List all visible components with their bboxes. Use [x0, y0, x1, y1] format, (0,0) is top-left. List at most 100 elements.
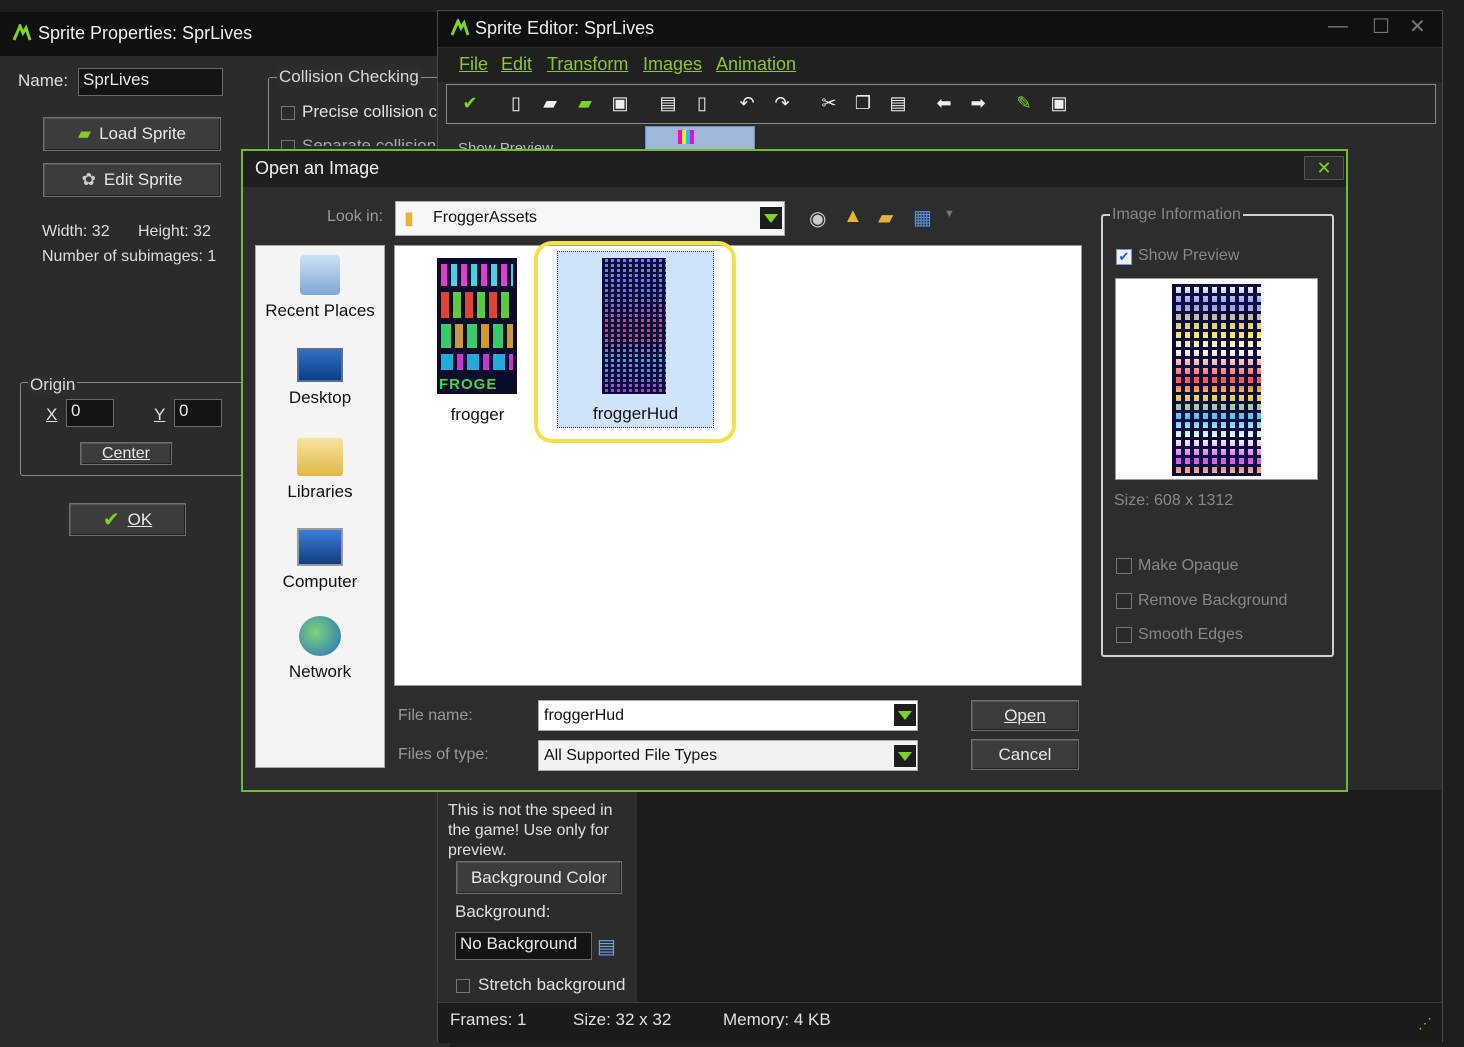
- redo-icon[interactable]: ↷: [770, 92, 794, 114]
- place-label: Recent Places: [265, 301, 375, 320]
- cancel-button[interactable]: Cancel: [971, 739, 1079, 770]
- view-chevron-down-icon[interactable]: ▼: [944, 208, 955, 220]
- origin-x-label: X: [46, 405, 58, 424]
- file-type-dropdown[interactable]: All Supported File Types: [538, 740, 918, 771]
- cut-icon[interactable]: ✂: [817, 92, 841, 114]
- view-menu-icon[interactable]: ▦: [913, 205, 932, 230]
- open-button[interactable]: Open: [971, 700, 1079, 731]
- add-empty-icon[interactable]: ▯: [690, 92, 714, 114]
- origin-group-title: Origin: [28, 375, 78, 395]
- file-name-combobox[interactable]: froggerHud: [538, 700, 918, 731]
- file-name-chevron-down-icon[interactable]: [894, 704, 916, 726]
- show-preview-label: Show Preview: [1138, 247, 1240, 264]
- place-desktop[interactable]: Desktop: [255, 348, 385, 408]
- resize-grip-icon[interactable]: ⋰: [1418, 1015, 1432, 1032]
- save-icon[interactable]: ▣: [608, 92, 632, 114]
- recent-places-icon: [300, 255, 340, 295]
- place-network[interactable]: Network: [255, 616, 385, 682]
- place-computer[interactable]: Computer: [255, 528, 385, 592]
- undo-icon[interactable]: ↶: [735, 92, 759, 114]
- precise-collision-checkbox[interactable]: [281, 106, 295, 120]
- frames-status: Frames: 1: [450, 1010, 527, 1029]
- minimize-icon[interactable]: —: [1328, 15, 1348, 38]
- menu-images[interactable]: Images: [643, 54, 702, 75]
- menu-edit[interactable]: Edit: [501, 54, 532, 75]
- file-name-label: frogger: [450, 405, 505, 424]
- remove-background-checkbox[interactable]: [1116, 593, 1132, 609]
- show-preview-checkbox[interactable]: ✔: [1116, 249, 1132, 265]
- checkmark-icon: ✔: [102, 509, 120, 531]
- frogger-thumbnail: FROGE: [437, 258, 517, 394]
- look-in-dropdown[interactable]: ▮ FroggerAssets: [395, 201, 785, 236]
- load-sprite-button[interactable]: ▰ Load Sprite: [43, 117, 221, 151]
- place-libraries[interactable]: Libraries: [255, 438, 385, 502]
- open-icon[interactable]: ▰: [538, 92, 562, 114]
- image-stack-icon[interactable]: ▣: [1047, 92, 1071, 114]
- shift-left-icon[interactable]: ⬅: [932, 92, 956, 114]
- new-folder-icon[interactable]: ▰: [878, 205, 893, 230]
- window-title: Sprite Editor: SprLives: [475, 18, 655, 38]
- menu-animation[interactable]: Animation: [716, 54, 796, 75]
- insert-empty-icon[interactable]: ▤: [656, 92, 680, 114]
- file-item-froggerhud[interactable]: froggerHud: [557, 251, 714, 428]
- make-opaque-checkbox[interactable]: [1116, 558, 1132, 574]
- maximize-icon[interactable]: ☐: [1372, 14, 1390, 39]
- smooth-edges-checkbox[interactable]: [1116, 627, 1132, 643]
- froggerhud-thumbnail: [602, 258, 666, 394]
- origin-y-input[interactable]: 0: [174, 399, 222, 427]
- look-in-label: Look in:: [327, 208, 384, 225]
- frame-thumbnail[interactable]: [645, 126, 755, 150]
- look-in-chevron-down-icon[interactable]: [760, 207, 782, 229]
- back-icon[interactable]: ◉: [809, 206, 826, 231]
- file-type-chevron-down-icon[interactable]: [894, 745, 916, 767]
- background-input[interactable]: No Background: [455, 932, 592, 960]
- file-type-value: All Supported File Types: [544, 747, 718, 764]
- image-size-text: Size: 608 x 1312: [1114, 492, 1234, 509]
- close-icon[interactable]: ✕: [1409, 14, 1426, 39]
- look-in-value: FroggerAssets: [433, 209, 538, 226]
- places-bar: [255, 245, 385, 768]
- dialog-title: Open an Image: [255, 158, 380, 178]
- new-icon[interactable]: ▯: [504, 92, 528, 114]
- remove-background-label: Remove Background: [1138, 592, 1288, 609]
- folder-icon: ▮: [404, 208, 414, 228]
- up-folder-icon[interactable]: ▲: [843, 205, 863, 228]
- height-text: Height: 32: [138, 223, 211, 240]
- origin-y-label: Y: [154, 405, 166, 424]
- menu-transform[interactable]: Transform: [547, 54, 628, 75]
- add-from-file-icon[interactable]: ▰: [573, 92, 597, 114]
- subimages-text: Number of subimages: 1: [42, 248, 217, 265]
- smooth-edges-label: Smooth Edges: [1138, 626, 1243, 643]
- file-name-value[interactable]: froggerHud: [544, 707, 624, 725]
- edit-image-icon[interactable]: ✎: [1012, 92, 1036, 114]
- window-title: Sprite Properties: SprLives: [38, 23, 253, 43]
- copy-icon[interactable]: ❐: [851, 92, 875, 114]
- stretch-background-checkbox[interactable]: [456, 979, 470, 993]
- confirm-icon[interactable]: ✔: [458, 92, 482, 114]
- stretch-background-label: Stretch background: [478, 975, 626, 994]
- edit-sprite-button[interactable]: ✿ Edit Sprite: [43, 163, 221, 197]
- file-item-frogger[interactable]: FROGE frogger: [410, 250, 545, 430]
- origin-x-input[interactable]: 0: [66, 399, 114, 427]
- frogger-thumbnail-text: FROGE: [439, 376, 498, 393]
- name-label: Name:: [18, 71, 69, 90]
- gamemaker-logo-icon: [450, 19, 470, 36]
- load-sprite-label: Load Sprite: [99, 124, 187, 143]
- size-status: Size: 32 x 32: [573, 1010, 672, 1029]
- sprite-name-input[interactable]: SprLives: [78, 68, 223, 96]
- dialog-close-icon[interactable]: ✕: [1304, 156, 1344, 180]
- center-button[interactable]: Center: [80, 442, 172, 465]
- select-background-icon[interactable]: ▤: [597, 934, 616, 959]
- menu-file[interactable]: File: [459, 54, 488, 75]
- place-label: Libraries: [287, 482, 353, 501]
- file-type-label: Files of type:: [398, 746, 489, 763]
- paste-icon[interactable]: ▤: [886, 92, 910, 114]
- show-preview-partial: Show Preview: [458, 140, 554, 149]
- file-name-label: froggerHud: [592, 404, 679, 423]
- shift-right-icon[interactable]: ➡: [966, 92, 990, 114]
- place-recent-places[interactable]: Recent Places: [255, 255, 385, 321]
- ok-button[interactable]: ✔ OK: [69, 503, 186, 536]
- speed-note: This is not the speed in the game! Use o…: [448, 802, 613, 859]
- desktop-icon: [297, 348, 343, 382]
- background-color-button[interactable]: Background Color: [456, 861, 622, 894]
